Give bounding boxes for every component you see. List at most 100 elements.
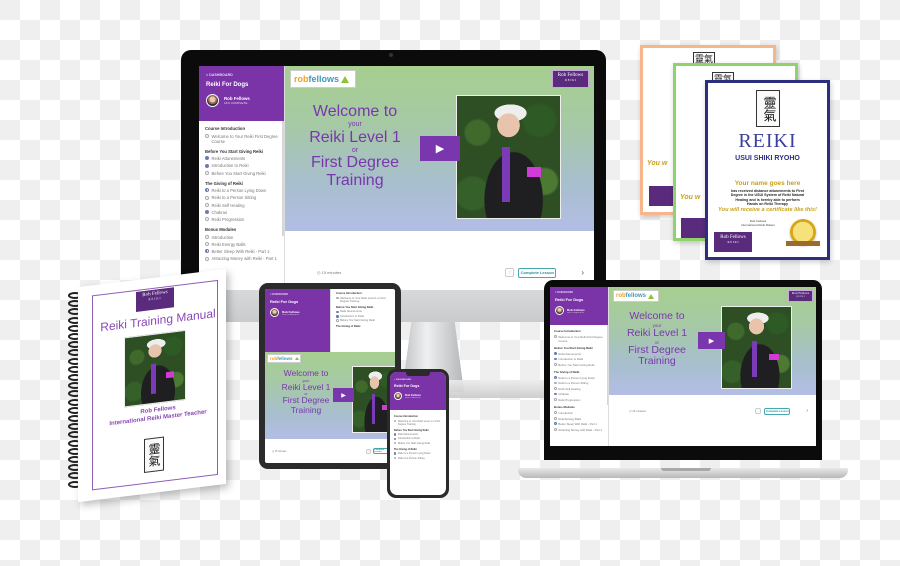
section-heading: Before You Start Giving Reiki	[205, 148, 264, 154]
lesson-label: Reiki to a Person Lying Down	[211, 188, 267, 193]
lesson-complete-icon	[336, 315, 339, 318]
lesson-label: Reiki to a Person Sitting	[397, 456, 425, 460]
lesson-complete-icon	[336, 310, 339, 314]
lesson-list: Course Introduction Welcome to Your Reiki…	[330, 289, 395, 352]
lesson-item[interactable]: Before You Start Giving Reiki	[336, 319, 390, 322]
play-button[interactable]: ▶	[698, 332, 725, 349]
lesson-label: Introduction to Reiki	[211, 163, 249, 169]
lesson-item[interactable]: Introduction to Reiki	[554, 357, 604, 361]
lesson-item[interactable]: Reiki to a Person Lying Down	[554, 376, 604, 380]
lesson-item[interactable]: Reiki to a Person Lying Down	[205, 188, 278, 193]
lesson-label: Reiki Progression	[211, 217, 245, 222]
lesson-item[interactable]: Introduction to Reiki	[205, 163, 278, 168]
lesson-item[interactable]: Reiki Attunements	[336, 310, 390, 313]
section-heading: Before You Start Giving Reiki	[336, 305, 374, 309]
lesson-item[interactable]: Reiki to a Person Sitting	[394, 457, 442, 460]
lesson-label: Chakras	[211, 209, 228, 215]
certificate-front: 靈氣 REIKI USUI SHIKI RYOHO Your name goes…	[705, 80, 830, 260]
user-progress: 16% COMPLETE	[282, 313, 300, 316]
favorite-button[interactable]: ☆	[505, 268, 515, 277]
lesson-label: Reiki Self Healing	[211, 202, 245, 208]
user-progress: 16% COMPLETE	[405, 396, 421, 399]
lesson-label: Reiki to a Person Sitting	[211, 195, 257, 201]
video-player[interactable]: rob fellows Welcome to your Reiki Level 1…	[265, 352, 395, 439]
lesson-item[interactable]: Reiki Energy Balls	[205, 242, 278, 247]
lesson-item[interactable]: Reiki to a Person Sitting	[205, 195, 278, 200]
lesson-label: Reiki Attunements	[397, 433, 419, 436]
lesson-item[interactable]: Reiki Progression	[205, 217, 278, 222]
play-button[interactable]: ▶	[333, 388, 354, 402]
lesson-item[interactable]: Introduction to Reiki	[336, 315, 390, 318]
favorite-button[interactable]: ☆	[755, 408, 762, 414]
lesson-label: Before You Start Giving Reiki	[211, 170, 266, 176]
dashboard-link[interactable]: < DASHBOARD	[270, 294, 325, 296]
lesson-duration: ◷ 15 minutes	[272, 449, 287, 453]
lesson-status-icon	[554, 427, 557, 431]
certificate-body: has received distance attunements to Fir…	[730, 189, 805, 206]
lesson-item[interactable]: Attracting Money with Reiki - Part 1	[205, 256, 278, 261]
lesson-item[interactable]: Reiki Progression	[554, 398, 604, 402]
user-progress: 16% COMPLETE	[567, 311, 585, 314]
lesson-status-icon	[205, 249, 209, 254]
lesson-complete-icon	[205, 210, 209, 215]
avatar	[555, 306, 564, 315]
next-lesson-button[interactable]: ›	[806, 408, 808, 414]
lesson-status-icon	[554, 363, 557, 366]
dashboard-link[interactable]: < DASHBOARD	[206, 73, 277, 77]
lesson-item[interactable]: Reiki Attunements	[394, 433, 442, 436]
section-heading: Bonus Modules	[205, 227, 237, 232]
section-heading: Course Introduction	[554, 329, 581, 333]
play-button[interactable]: ▶	[420, 136, 460, 161]
section-heading: Course Introduction	[336, 292, 362, 295]
lesson-item[interactable]: Introduction	[205, 235, 278, 240]
lesson-item[interactable]: Before You Start Giving Reiki	[554, 363, 604, 367]
lesson-status-icon	[554, 376, 557, 379]
lesson-status-icon	[205, 242, 209, 247]
lesson-item[interactable]: Reiki Energy Balls	[554, 417, 604, 421]
lesson-item[interactable]: Before You Start Giving Reiki	[394, 442, 442, 445]
smartphone: < DASHBOARD Reiki For Dogs Rob Fellows 16…	[387, 369, 449, 498]
lesson-status-icon	[554, 411, 557, 414]
lesson-item[interactable]: Reiki Self Healing	[205, 203, 278, 208]
complete-lesson-button[interactable]: Complete Lesson	[764, 407, 791, 415]
section-heading: Course Introduction	[205, 126, 246, 131]
lesson-item[interactable]: Introduction	[554, 411, 604, 415]
lesson-item[interactable]: Chakras	[554, 392, 604, 396]
video-player[interactable]: rob fellows Rob Fellows R E I K I Welcome …	[609, 287, 816, 395]
lesson-label: Welcome to Your Reiki Level 1 or First D…	[397, 419, 441, 426]
seal-ribbon	[786, 241, 820, 246]
lesson-status-icon	[554, 334, 557, 338]
lesson-item[interactable]: Introduction to Reiki	[394, 437, 442, 440]
video-player[interactable]: rob fellows Rob Fellows R E I K I Welcome …	[285, 66, 594, 231]
lesson-item[interactable]: Reiki to a Person Lying Down	[394, 452, 442, 455]
lesson-item[interactable]: Reiki to a Person Sitting	[554, 381, 604, 385]
lesson-item[interactable]: Attracting Money with Reiki - Part 1	[554, 428, 604, 432]
phone-notch	[406, 372, 430, 376]
sidebar-header: < DASHBOARD Reiki For Dogs Rob Fellows 16…	[390, 372, 446, 410]
sidebar-scrollbar[interactable]	[606, 325, 608, 405]
lesson-label: Attracting Money with Reiki - Part 1	[558, 427, 603, 432]
dashboard-link[interactable]: < DASHBOARD	[555, 292, 603, 294]
lesson-complete-icon	[205, 163, 209, 168]
lesson-item[interactable]: Welcome to Your Reiki First Degree Cours…	[554, 335, 604, 343]
lesson-item[interactable]: Chakras	[205, 210, 278, 215]
lesson-item[interactable]: Better Sleep With Reiki - Part 1	[205, 249, 278, 254]
reiki-logo: Rob Fellows R E I K I	[788, 290, 813, 302]
favorite-button[interactable]: ☆	[366, 448, 371, 454]
next-lesson-button[interactable]: ›	[581, 268, 584, 277]
lesson-item[interactable]: Reiki Attunements	[554, 352, 604, 356]
clock-icon: ◷	[317, 270, 321, 275]
lesson-item[interactable]: Welcome to Your Reiki Level 1 or First D…	[336, 297, 390, 303]
lesson-item[interactable]: Welcome to Your Reiki Level 1 or First D…	[394, 420, 442, 426]
sidebar-scrollbar[interactable]	[282, 121, 284, 236]
complete-lesson-button[interactable]: Complete Lesson	[518, 267, 557, 278]
dashboard-link[interactable]: < DASHBOARD	[394, 379, 442, 381]
lesson-label: Better Sleep With Reiki - Part 1	[211, 249, 270, 254]
lesson-status-icon	[205, 217, 209, 222]
lesson-item[interactable]: Better Sleep With Reiki - Part 1	[554, 422, 604, 426]
lesson-item[interactable]: Reiki Self Healing	[554, 387, 604, 391]
lesson-item[interactable]: Reiki Attunements	[205, 156, 278, 161]
lesson-item[interactable]: Welcome to Your Reiki First Degree Cours…	[205, 134, 278, 144]
reiki-logo: Rob Fellows R E I K I	[552, 70, 589, 88]
lesson-item[interactable]: Before You Start Giving Reiki	[205, 171, 278, 176]
